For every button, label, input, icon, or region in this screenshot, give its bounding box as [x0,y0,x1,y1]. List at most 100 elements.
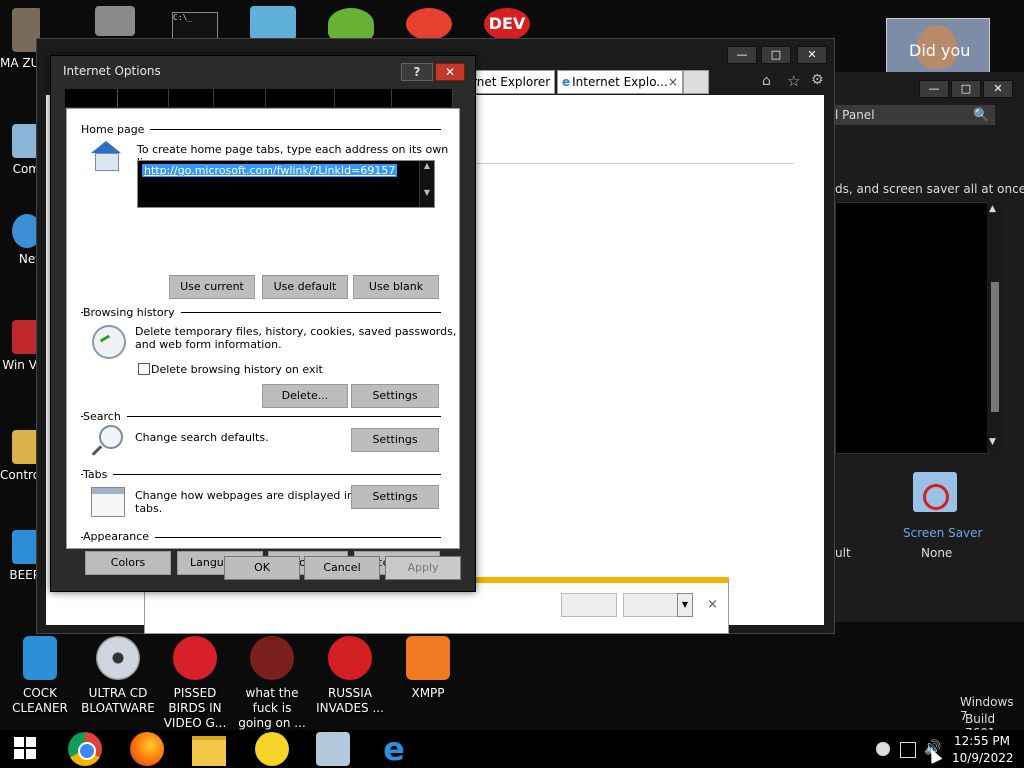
dev-icon[interactable]: DEV [484,8,530,40]
internet-options-dialog[interactable]: Internet Options ? ✕ Home page To create… [50,55,476,592]
magnifier-icon [99,425,123,449]
photo-thumbnail[interactable]: Did you [886,18,990,74]
scroll-down-arrow[interactable]: ▼ [989,437,996,447]
ok-button[interactable]: OK [224,556,300,580]
search-divider [81,416,441,417]
scroll-up-arrow[interactable]: ▲ [989,204,996,214]
scroll-down-arrow[interactable]: ▼ [420,188,434,197]
desktop-icon-top-3[interactable] [250,6,296,40]
apply-button[interactable]: Apply [385,556,461,580]
ie-tab-2-label: Internet Explo... [572,75,668,89]
notification-button-1[interactable] [561,593,617,617]
notification-close-icon[interactable]: × [707,597,718,612]
internet-explorer-icon[interactable]: e [377,732,411,766]
tab-general[interactable] [65,89,118,107]
search-icon[interactable]: 🔍 [973,108,989,123]
cmd-icon[interactable]: C:\_ [172,12,218,40]
use-blank-button[interactable]: Use blank [353,275,439,299]
radiation-icon [328,636,372,680]
home-page-url-input[interactable]: http://go.microsoft.com/fwlink/?LinkId=6… [137,160,435,208]
maximize-button[interactable]: □ [951,80,981,98]
ie-tab-1[interactable]: rnet Explorer ... [471,70,555,94]
scroll-thumb[interactable] [991,282,999,412]
clock-time[interactable]: 12:55 PM [954,734,1010,748]
history-settings-button[interactable]: Settings [351,384,439,408]
close-button[interactable]: ✕ [797,46,827,64]
use-default-button[interactable]: Use default [262,275,348,299]
delete-on-exit-checkbox[interactable] [138,363,150,375]
cancel-button[interactable]: Cancel [304,556,380,580]
desktop-icon-what-the-fuck[interactable]: what the fuck is going on ... [234,636,310,731]
scrollbar[interactable]: ▲ ▼ [987,202,1003,452]
history-desc-1: Delete temporary files, history, cookies… [135,325,457,338]
new-tab-button[interactable] [683,70,709,94]
close-button[interactable]: ✕ [435,63,465,81]
file-explorer-icon[interactable] [192,736,226,766]
cleaner-icon [23,636,57,680]
screen-saver-label[interactable]: Screen Saver [903,526,982,540]
tab-privacy[interactable] [169,89,214,107]
minimize-button[interactable]: — [727,46,757,64]
tab-programs[interactable] [335,89,393,107]
desktop-icon-russia[interactable]: RUSSIA INVADES ... [312,636,388,716]
start-button[interactable] [14,737,38,761]
url-scrollbar[interactable]: ▲ ▼ [419,161,434,207]
theme-list[interactable] [835,202,989,454]
delete-button[interactable]: Delete... [262,384,348,408]
desktop-icon-network[interactable]: Net [0,214,40,266]
tab-strip[interactable] [65,89,454,107]
desktop-icon-label: RUSSIA INVADES ... [316,686,384,715]
notification-button-2[interactable] [623,593,679,617]
network-icon[interactable] [900,742,916,758]
desktop-icon-ultra-cd[interactable]: ULTRA CD BLOATWARE [80,636,156,716]
desktop-icon-top-1[interactable] [95,6,135,36]
desktop-icon-top-5[interactable] [406,8,452,40]
bad-piggies-icon[interactable] [328,8,374,40]
desktop-icon-cock-cleaner[interactable]: COCK CLEANER [2,636,78,716]
favorites-icon[interactable]: ☆ [787,72,800,90]
tab-content[interactable] [214,89,267,107]
app-icon[interactable] [316,732,350,766]
tab-advanced[interactable] [392,89,454,107]
home-icon[interactable]: ⌂ [762,73,771,89]
screen-saver-icon[interactable] [913,472,957,512]
desktop-icon-pissed-birds[interactable]: PISSED BIRDS IN VIDEO G... [157,636,233,731]
delete-on-exit-label[interactable]: Delete browsing history on exit [151,363,323,376]
clock-date[interactable]: 10/9/2022 [952,751,1014,765]
help-button[interactable]: ? [401,63,433,81]
tray-emoji-icon[interactable] [876,742,890,756]
desktop-icon-control-panel[interactable]: Contro [0,430,40,482]
desktop-icon-label: MA ZUCKE [0,56,40,70]
desktop-icon-label: what the fuck is going on ... [238,686,306,730]
tab-security[interactable] [118,89,169,107]
tab-connections[interactable] [266,89,336,107]
address-bar[interactable]: l Panel [835,105,995,125]
desktop-icon-zuckerberg[interactable]: MA ZUCKE [0,8,40,70]
maximize-button[interactable]: □ [761,46,791,64]
tab-close-icon[interactable]: × [668,71,678,93]
desktop-icon-win-vista[interactable]: Win Vi [0,320,40,372]
dropdown-arrow-icon[interactable]: ▼ [677,593,693,617]
desktop-icon-xmpp[interactable]: XMPP [390,636,466,701]
search-settings-button[interactable]: Settings [351,428,439,452]
address-text: l Panel [835,108,875,122]
tabs-settings-button[interactable]: Settings [351,485,439,509]
house-icon [89,141,123,171]
close-button[interactable]: ✕ [983,80,1013,98]
tools-gear-icon[interactable]: ⚙ [811,72,824,88]
colors-button[interactable]: Colors [85,551,171,575]
partial-label: ult [835,546,851,560]
cd-icon [96,636,140,680]
content-divider [476,163,794,164]
scroll-up-arrow[interactable]: ▲ [420,161,434,170]
ie-tab-2[interactable]: e Internet Explo... × [557,70,683,94]
desktop-icon-beep[interactable]: BEEP [0,530,40,582]
minimize-button[interactable]: — [919,80,949,98]
yahoo-messenger-icon[interactable] [255,732,289,766]
use-current-button[interactable]: Use current [169,275,255,299]
control-panel-window[interactable]: — □ ✕ l Panel 🔍 ds, and screen saver all… [835,72,1024,622]
desktop-icon-label: Contro [0,468,40,482]
chrome-icon[interactable] [68,732,102,766]
desktop-icon-computer[interactable]: Com [0,124,40,176]
firefox-icon[interactable] [130,732,164,766]
